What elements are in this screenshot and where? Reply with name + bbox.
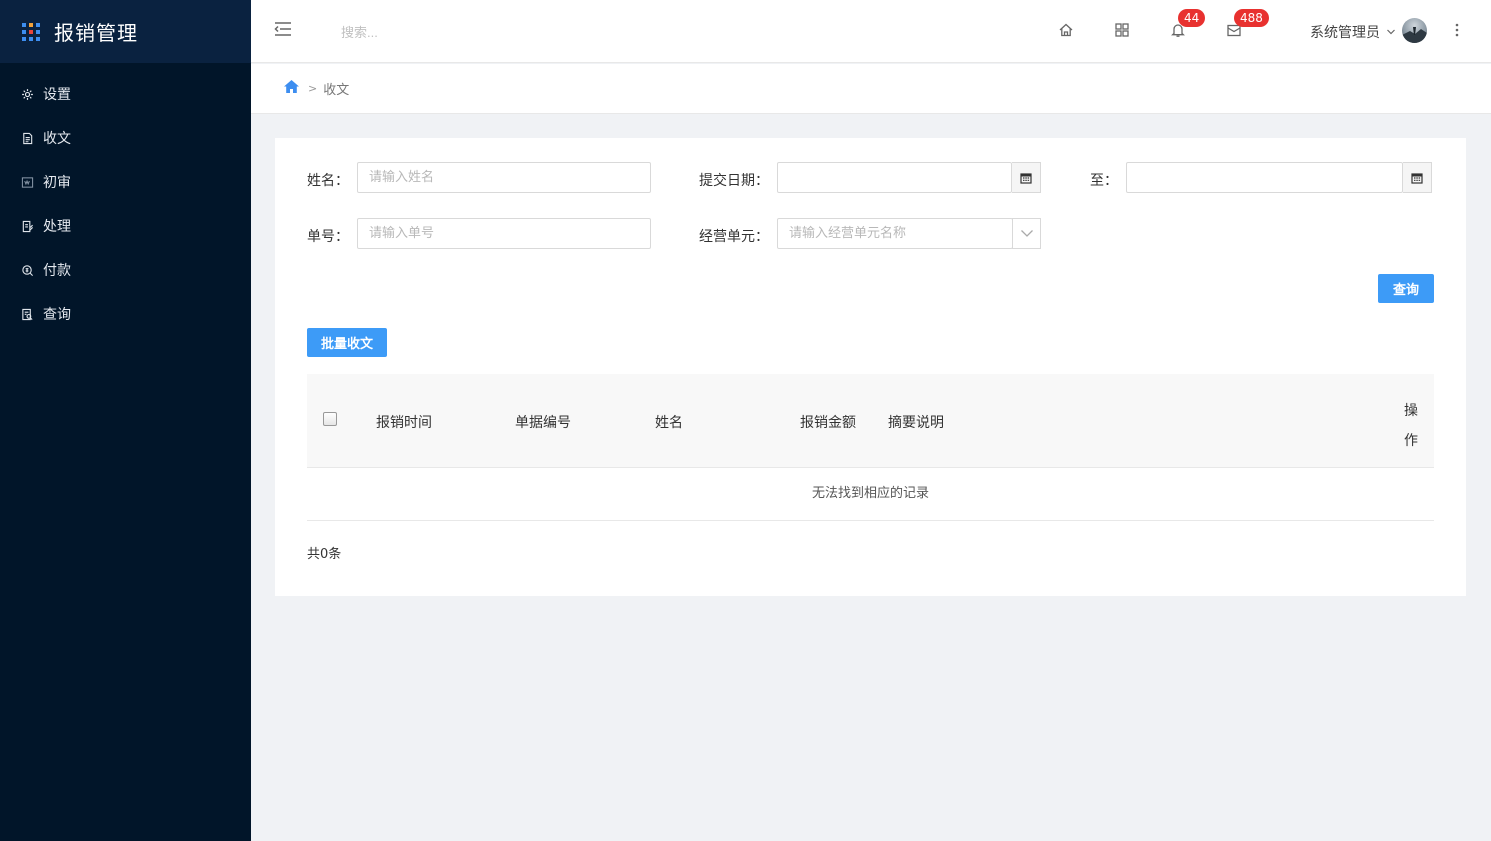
- payment-icon: [20, 263, 34, 277]
- top-bar: 44 488 系统管理员: [251, 0, 1491, 63]
- review-icon: [20, 175, 34, 189]
- empty-state: 无法找到相应的记录: [307, 468, 1434, 521]
- breadcrumb-current: 收文: [323, 83, 350, 98]
- table-header: 报销时间 单据编号 姓名 报销金额 摘要说明 操 作: [307, 374, 1434, 468]
- sidebar-item-label: 处理: [43, 219, 71, 235]
- column-header[interactable]: 报销金额: [800, 412, 856, 432]
- select-all-checkbox[interactable]: [323, 412, 337, 426]
- bell-icon[interactable]: 44: [1169, 9, 1206, 39]
- sidebar-item-process[interactable]: 处理: [0, 204, 251, 248]
- sidebar: 报销管理 设置 收文 初审 处理 付款 查询: [0, 0, 251, 841]
- business-unit-select[interactable]: [777, 218, 1013, 249]
- column-header[interactable]: 单据编号: [515, 412, 571, 432]
- sidebar-item-receive[interactable]: 收文: [0, 116, 251, 160]
- calendar-icon[interactable]: [1403, 162, 1432, 193]
- date-from-input[interactable]: [777, 162, 1012, 193]
- query-button[interactable]: 查询: [1378, 274, 1434, 303]
- sidebar-menu: 设置 收文 初审 处理 付款 查询: [0, 72, 251, 336]
- column-header[interactable]: 报销时间: [376, 412, 432, 432]
- home-breadcrumb-icon[interactable]: [283, 79, 300, 98]
- breadcrumb-separator: >: [308, 82, 318, 95]
- document-icon: [20, 131, 34, 145]
- chevron-down-icon[interactable]: [1012, 218, 1041, 249]
- column-header-actions: 操 作: [1404, 396, 1418, 456]
- brand: 报销管理: [0, 0, 251, 63]
- menu-toggle-icon[interactable]: [273, 20, 293, 38]
- search-input[interactable]: [341, 22, 541, 42]
- avatar[interactable]: [1402, 18, 1427, 43]
- sidebar-item-review[interactable]: 初审: [0, 160, 251, 204]
- to-label: 至：: [1090, 173, 1118, 189]
- sidebar-item-settings[interactable]: 设置: [0, 72, 251, 116]
- chevron-down-icon[interactable]: [1386, 25, 1396, 40]
- sidebar-item-label: 设置: [43, 87, 71, 103]
- calendar-icon[interactable]: [1012, 162, 1041, 193]
- main-card: 姓名： 提交日期： 至： 单号： 经营单元： 查询 批量收文 报销时间 单据编号…: [275, 138, 1466, 596]
- app-title: 报销管理: [54, 21, 138, 45]
- sidebar-item-label: 查询: [43, 307, 71, 323]
- total-count: 共0条: [307, 547, 342, 562]
- sidebar-item-query[interactable]: 查询: [0, 292, 251, 336]
- home-icon[interactable]: [1057, 21, 1075, 39]
- business-unit-label: 经营单元：: [699, 229, 769, 245]
- date-to-input[interactable]: [1126, 162, 1403, 193]
- actions-header-char: 操: [1404, 403, 1418, 419]
- edit-doc-icon: [20, 219, 34, 233]
- order-number-input[interactable]: [357, 218, 651, 249]
- more-vertical-icon[interactable]: [1455, 22, 1459, 38]
- name-input[interactable]: [357, 162, 651, 193]
- apps-grid-icon[interactable]: [1113, 21, 1131, 39]
- sidebar-item-label: 初审: [43, 175, 71, 191]
- message-badge: 488: [1234, 9, 1269, 27]
- mail-icon[interactable]: 488: [1225, 9, 1269, 39]
- sidebar-item-label: 收文: [43, 131, 71, 147]
- column-header[interactable]: 摘要说明: [888, 412, 944, 432]
- name-label: 姓名：: [307, 173, 349, 189]
- breadcrumb: > 收文: [251, 64, 1491, 114]
- submit-date-label: 提交日期：: [699, 173, 769, 189]
- actions-header-char: 作: [1404, 433, 1418, 449]
- notification-badge: 44: [1178, 9, 1206, 27]
- column-header[interactable]: 姓名: [655, 412, 683, 432]
- batch-receive-button[interactable]: 批量收文: [307, 328, 387, 357]
- apps-logo-icon: [22, 22, 40, 41]
- order-number-label: 单号：: [307, 229, 349, 245]
- sidebar-item-payment[interactable]: 付款: [0, 248, 251, 292]
- gear-icon: [20, 87, 34, 101]
- sidebar-item-label: 付款: [43, 263, 71, 279]
- search-doc-icon: [20, 307, 34, 321]
- user-name[interactable]: 系统管理员: [1310, 22, 1380, 42]
